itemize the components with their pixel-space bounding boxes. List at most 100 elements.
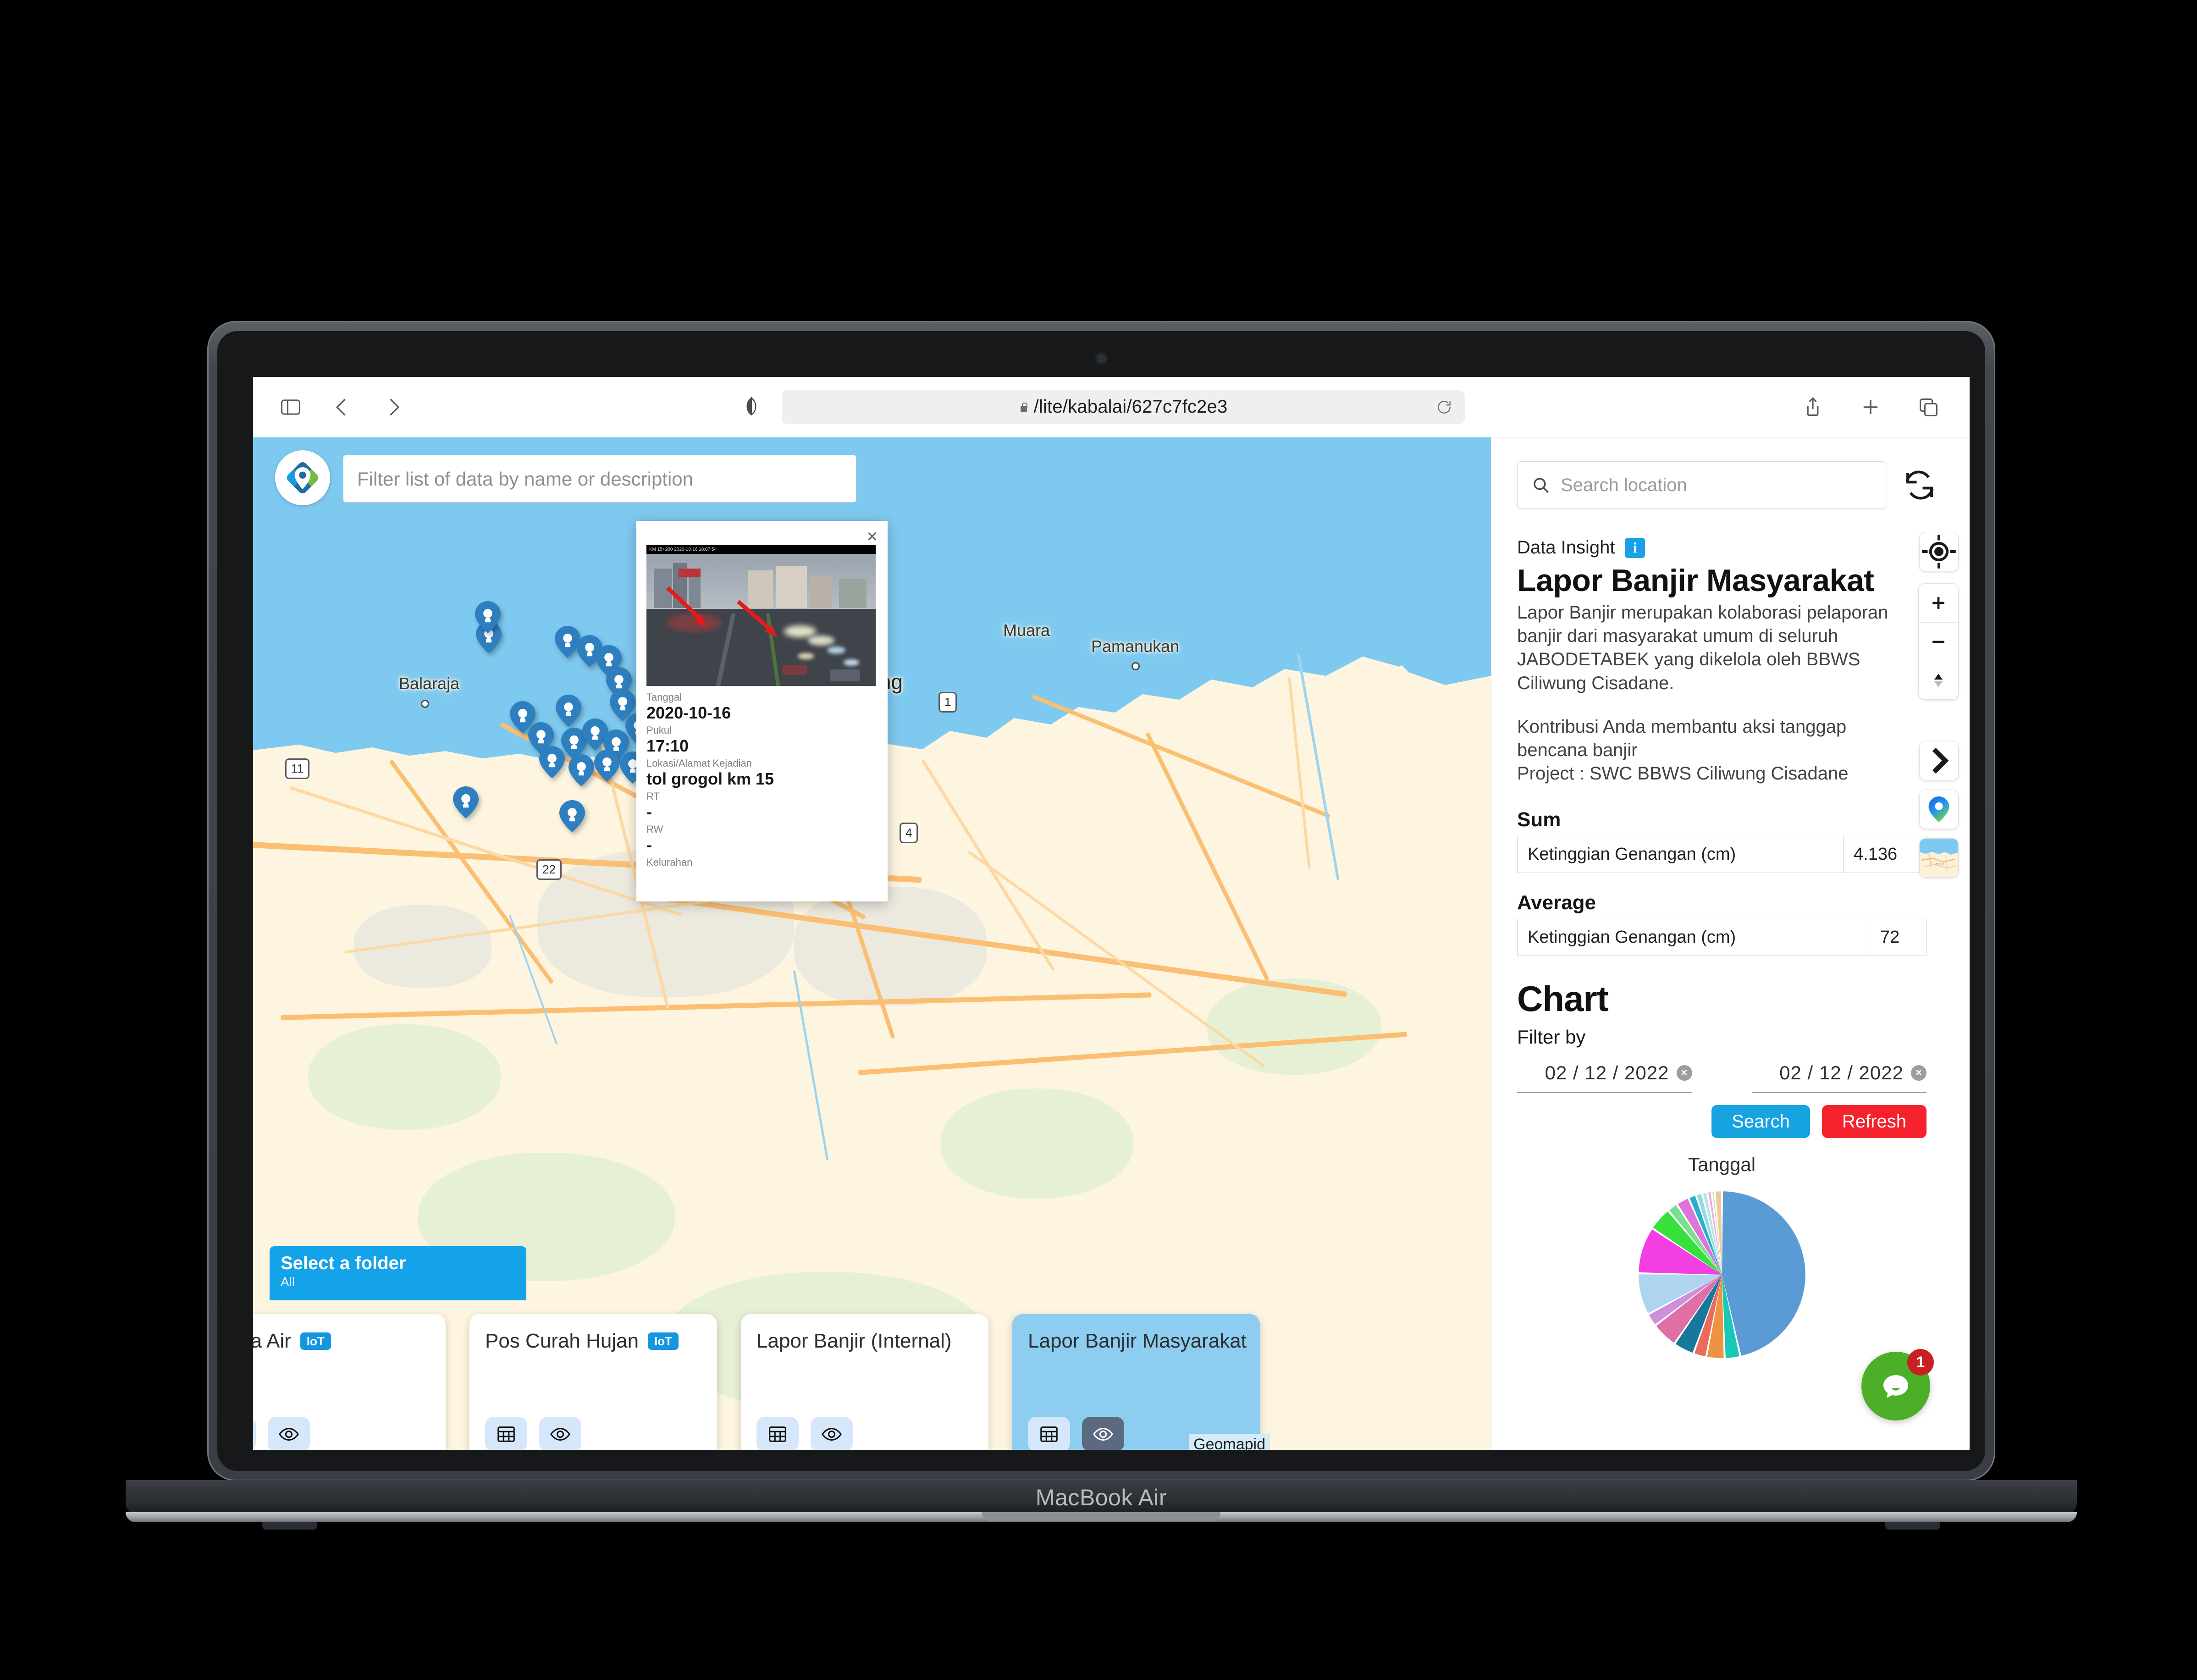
lock-icon [1019, 401, 1028, 413]
average-value: 72 [1880, 928, 1900, 947]
map-style-pin-button[interactable] [1919, 790, 1959, 829]
expand-panel-button[interactable] [1919, 741, 1959, 780]
side-panel: Search location Data Insight i Lapor Ban… [1491, 437, 1970, 1450]
field-label: Tanggal [646, 691, 682, 703]
reload-icon[interactable] [1435, 398, 1453, 416]
field-value: - [646, 802, 652, 821]
page-title: Lapor Banjir Masyarakat [1517, 563, 1874, 598]
laptop-bezel: /lite/kabalai/627c7fc2e3 Balaraja Muara … [217, 331, 1985, 1471]
field-value: - [646, 835, 652, 854]
laptop-lid: /lite/kabalai/627c7fc2e3 Balaraja Muara … [207, 321, 1995, 1481]
popup-fields: Tanggal 2020-10-16 Pukul 17:10 Lokasi/Al… [646, 691, 878, 870]
layer-card-row: Duga Air IoT [253, 1314, 1270, 1450]
chat-bubble-icon [1883, 1375, 1908, 1398]
geomapid-logo[interactable] [275, 450, 330, 505]
map-canvas[interactable]: Balaraja Cikarang Karawang Muara Pamanuk… [253, 437, 1491, 1450]
field-value: 2020-10-16 [646, 703, 731, 722]
device-label: MacBook Air [1035, 1485, 1167, 1510]
eye-icon[interactable] [268, 1417, 310, 1450]
search-button[interactable]: Search [1711, 1105, 1810, 1138]
privacy-shield-icon[interactable] [741, 396, 762, 418]
average-title: Average [1517, 891, 1596, 914]
date-to-input[interactable]: 02 / 12 / 2022 × [1751, 1062, 1927, 1094]
eye-icon[interactable] [811, 1417, 853, 1450]
map-thumbnail-icon: Jakarta [1920, 839, 1958, 877]
zoom-out-button[interactable] [1919, 622, 1958, 661]
field-label: Kelurahan [646, 857, 693, 868]
date-from-value: 02 / 12 / 2022 [1545, 1062, 1669, 1084]
folder-select-title: Select a folder [281, 1253, 406, 1273]
clear-icon[interactable]: × [1676, 1065, 1692, 1081]
zoom-controls [1918, 583, 1959, 700]
iot-badge: IoT [300, 1332, 331, 1350]
close-icon[interactable]: × [867, 527, 878, 546]
table-icon[interactable] [1028, 1417, 1070, 1450]
webcam [1097, 354, 1106, 363]
tilt-button[interactable] [1919, 661, 1958, 699]
layer-card[interactable]: Pos Curah Hujan IoT [469, 1314, 717, 1450]
eye-icon[interactable] [1082, 1417, 1124, 1450]
search-placeholder: Search location [1561, 475, 1687, 495]
insight-description: Lapor Banjir merupakan kolaborasi pelapo… [1517, 602, 1888, 693]
share-icon[interactable] [1801, 395, 1825, 419]
zoom-in-button[interactable] [1919, 584, 1958, 622]
map-pin-icon [1928, 796, 1949, 822]
layer-name: Lapor Banjir (Internal) [756, 1330, 952, 1352]
data-insight: Data Insight i Lapor Banjir Masyarakat L… [1491, 509, 1970, 785]
info-icon[interactable]: i [1625, 537, 1645, 558]
search-input[interactable]: Search location [1517, 461, 1886, 509]
insight-contribution: Kontribusi Anda membantu aksi tanggap be… [1517, 716, 1847, 760]
locate-button[interactable] [1919, 532, 1959, 571]
field-label: RW [646, 823, 663, 835]
folder-select[interactable]: Select a folder All [270, 1246, 526, 1300]
sum-value: 4.136 [1854, 845, 1898, 864]
search-icon [1534, 478, 1549, 493]
back-chevron-icon[interactable] [330, 395, 354, 419]
address-bar[interactable]: /lite/kabalai/627c7fc2e3 [782, 390, 1465, 424]
chart-title: Chart [1517, 978, 1609, 1019]
chart-caption: Tanggal [1688, 1154, 1756, 1176]
pie-slice[interactable] [1715, 1191, 1722, 1275]
eye-icon[interactable] [539, 1417, 581, 1450]
layer-name: Pos Curah Hujan [485, 1330, 639, 1352]
clear-icon[interactable]: × [1911, 1065, 1927, 1081]
date-from-input[interactable]: 02 / 12 / 2022 × [1517, 1062, 1692, 1094]
url-text: /lite/kabalai/627c7fc2e3 [1019, 397, 1228, 417]
tabs-icon[interactable] [1916, 395, 1940, 419]
tilt-icon [1934, 673, 1943, 687]
layer-card[interactable]: Lapor Banjir (Internal) [741, 1314, 988, 1450]
folder-select-value: All [281, 1275, 295, 1289]
pie-chart [1517, 1183, 1927, 1359]
laptop-base: MacBook Air [126, 1480, 2077, 1515]
locate-icon [1922, 535, 1956, 569]
map-style-satellite-button[interactable]: Jakarta [1919, 838, 1959, 878]
table-icon[interactable] [756, 1417, 799, 1450]
refresh-icon[interactable] [1902, 467, 1938, 503]
date-to-value: 02 / 12 / 2022 [1779, 1062, 1904, 1084]
layer-name: Lapor Banjir Masyarakat [1028, 1330, 1247, 1352]
laptop-foot-left [262, 1522, 317, 1530]
refresh-button[interactable]: Refresh [1822, 1105, 1927, 1138]
minus-icon [1932, 641, 1944, 643]
annotation-arrow-icon [666, 586, 707, 627]
chat-widget-button[interactable]: 1 [1861, 1349, 1934, 1420]
average-table: Ketinggian Genangan (cm) 72 [1517, 919, 1927, 956]
forward-chevron-icon[interactable] [381, 395, 405, 419]
app-root: Balaraja Cikarang Karawang Muara Pamanuk… [253, 437, 1970, 1450]
layer-name: Duga Air [253, 1330, 291, 1352]
table-icon[interactable] [485, 1417, 527, 1450]
pie-slice[interactable] [1722, 1191, 1805, 1356]
table-icon[interactable] [253, 1417, 256, 1450]
field-value: 17:10 [646, 736, 689, 755]
plus-icon[interactable] [1859, 395, 1882, 419]
chart-section: Chart Filter by 02 / 12 / 2022 × 02 / 12… [1491, 978, 1970, 1359]
sidebar-icon[interactable] [279, 395, 303, 419]
layer-card[interactable]: Duga Air IoT [253, 1314, 446, 1450]
field-label: RT [646, 790, 660, 802]
field-value: tol grogol km 15 [646, 769, 774, 788]
data-insight-label: Data Insight [1517, 537, 1615, 558]
sum-key: Ketinggian Genangan (cm) [1518, 836, 1844, 873]
photo-timestamp: KM 15+200 2020-10-16 18:07:54 [649, 547, 717, 552]
filter-input[interactable]: Filter list of data by name or descripti… [343, 455, 856, 503]
layer-card-active[interactable]: Lapor Banjir Masyarakat Geomapid [1012, 1314, 1270, 1450]
